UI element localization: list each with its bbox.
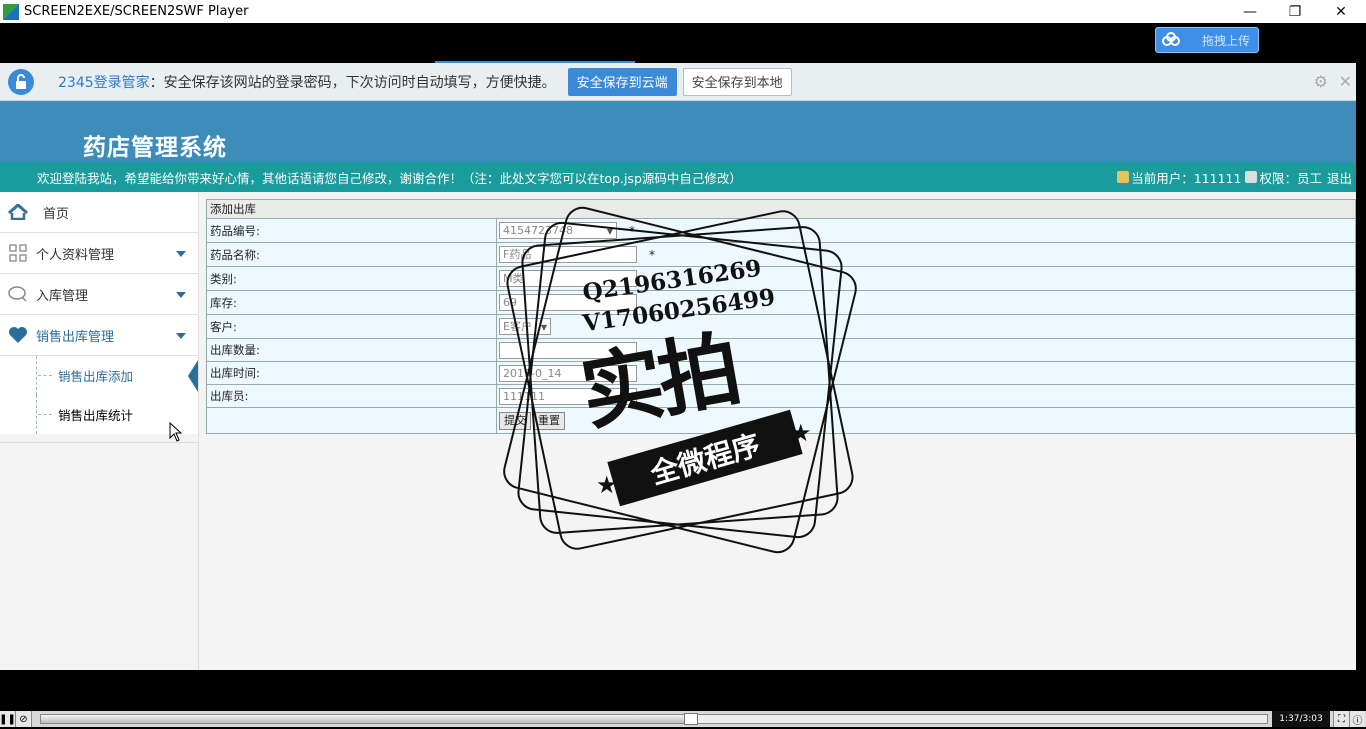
playback-time: 1:37/3:03 <box>1272 711 1330 727</box>
info-icon[interactable]: ⓘ <box>1349 711 1365 727</box>
sidebar-item-label: 个人资料管理 <box>36 247 115 263</box>
tree-branch <box>38 414 52 415</box>
tree-line <box>36 395 37 434</box>
form-caption: 添加出库 <box>207 200 1355 219</box>
sidebar-subitem-label: 销售出库统计 <box>58 408 134 423</box>
pause-icon[interactable]: ❚❚ <box>0 711 16 727</box>
add-stock-out-form: 添加出库 药品编号: 4154723748 * 药品名称: F药品 * 类别: … <box>206 199 1356 434</box>
drug-code-select[interactable]: 4154723748 <box>499 222 617 239</box>
chevron-down-icon <box>176 292 186 298</box>
app-icon <box>3 3 19 20</box>
welcome-text: 欢迎登陆我站，希望能给你带来好心情，其他话语请您自己修改，谢谢合作！（注：此处文… <box>37 170 742 186</box>
main-content: 添加出库 药品编号: 4154723748 * 药品名称: F药品 * 类别: … <box>199 192 1356 670</box>
form-label: 出库员: <box>207 385 497 407</box>
form-label: 药品名称: <box>207 243 497 266</box>
sidebar: 首页 个人资料管理 入库管理 销售出库管理 销售出库添加 销售出库统计 <box>0 192 199 670</box>
save-to-cloud-button[interactable]: 安全保存到云端 <box>567 67 677 96</box>
save-to-local-button[interactable]: 安全保存到本地 <box>682 67 792 96</box>
logout-link[interactable]: 退出 <box>1327 168 1352 187</box>
form-row-actions: 提交 重置 <box>207 408 1355 433</box>
quantity-input[interactable] <box>499 341 637 359</box>
form-row-category: 类别: M类 <box>207 267 1355 291</box>
form-label: 出库时间: <box>207 362 497 384</box>
form-label: 药品编号: <box>207 219 497 242</box>
page-title: 药店管理系统 <box>83 135 227 161</box>
form-row-drug-code: 药品编号: 4154723748 * <box>207 219 1355 243</box>
restore-button[interactable]: ❐ <box>1272 0 1318 23</box>
form-label: 客户: <box>207 315 497 338</box>
upload-label: 拖拽上传 <box>1202 33 1251 48</box>
sidebar-item-label: 首页 <box>43 206 70 222</box>
fullscreen-icon[interactable]: ⛶ <box>1333 711 1349 727</box>
tree-branch <box>38 375 52 376</box>
window-titlebar: SCREEN2EXE/SCREEN2SWF Player — ❐ ✕ <box>0 0 1366 23</box>
permission-icon <box>1245 171 1258 183</box>
sidebar-item-stock-in[interactable]: 入库管理 <box>0 274 198 315</box>
seek-thumb[interactable] <box>683 713 698 725</box>
close-button[interactable]: ✕ <box>1318 0 1364 23</box>
heart-icon <box>8 325 28 345</box>
mute-icon[interactable]: ⊘ <box>16 711 32 727</box>
stock-input[interactable]: 69 <box>499 294 637 311</box>
minimize-button[interactable]: — <box>1227 0 1273 23</box>
form-label: 库存: <box>207 291 497 314</box>
form-row-operator: 出库员: 111111 <box>207 385 1355 408</box>
drug-name-input[interactable]: F药品 <box>499 246 637 263</box>
sidebar-item-label: 入库管理 <box>36 288 89 304</box>
window-title: SCREEN2EXE/SCREEN2SWF Player <box>24 4 249 19</box>
chevron-down-icon <box>176 251 186 257</box>
close-icon[interactable]: ✕ <box>1339 72 1352 91</box>
sidebar-item-label: 销售出库管理 <box>36 329 115 345</box>
form-row-drug-name: 药品名称: F药品 * <box>207 243 1355 267</box>
sidebar-item-profile[interactable]: 个人资料管理 <box>0 233 198 274</box>
chat-icon <box>8 284 28 304</box>
active-pointer-icon <box>188 360 198 392</box>
cloud-icon <box>1160 29 1182 51</box>
form-row-customer: 客户: E客户 <box>207 315 1355 339</box>
user-info: 当前用户：111111 权限：员工 退出 <box>1117 168 1352 187</box>
site-header: 药店管理系统 <box>0 101 1356 162</box>
password-manager-bar: 2345登录管家 ：安全保存该网站的登录密码，下次访问时自动填写，方便快捷。 安… <box>0 63 1356 101</box>
gear-icon[interactable]: ⚙ <box>1314 72 1328 91</box>
form-row-stock: 库存: 69 <box>207 291 1355 315</box>
lock-icon <box>8 68 34 95</box>
category-input[interactable]: M类 <box>499 270 637 287</box>
mouse-cursor-icon <box>169 422 183 442</box>
operator-input[interactable]: 111111 <box>499 387 637 405</box>
current-user: 当前用户：111111 <box>1131 170 1242 186</box>
grid-icon <box>8 243 28 263</box>
form-label-empty <box>207 408 497 433</box>
chevron-down-icon <box>176 333 186 339</box>
upload-button[interactable]: 拖拽上传 <box>1155 27 1259 53</box>
form-row-quantity: 出库数量: <box>207 339 1355 362</box>
tree-line <box>36 356 37 395</box>
seek-bar-fill <box>41 715 691 723</box>
sidebar-subitem-label: 销售出库添加 <box>58 369 134 384</box>
sidebar-empty-area <box>0 442 198 670</box>
required-mark: * <box>649 247 655 262</box>
password-manager-message: ：安全保存该网站的登录密码，下次访问时自动填写，方便快捷。 <box>149 74 556 91</box>
time-input[interactable]: 2019-0_14 <box>499 364 637 382</box>
sidebar-subitem-sales-add[interactable]: 销售出库添加 <box>0 356 198 395</box>
home-icon <box>8 202 28 222</box>
user-icon <box>1117 171 1130 183</box>
form-label: 类别: <box>207 267 497 290</box>
permission: 权限：员工 <box>1259 170 1322 186</box>
seek-bar[interactable] <box>40 713 1268 725</box>
welcome-bar: 欢迎登陆我站，希望能给你带来好心情，其他话语请您自己修改，谢谢合作！（注：此处文… <box>0 162 1356 192</box>
sidebar-item-home[interactable]: 首页 <box>0 192 198 233</box>
submit-button[interactable]: 提交 <box>499 411 531 430</box>
required-mark: * <box>629 223 635 238</box>
reset-button[interactable]: 重置 <box>533 411 565 430</box>
customer-select[interactable]: E客户 <box>499 318 551 335</box>
form-row-time: 出库时间: 2019-0_14 <box>207 362 1355 385</box>
sidebar-item-sales-out[interactable]: 销售出库管理 <box>0 315 198 356</box>
password-manager-brand: 2345登录管家 <box>58 74 150 91</box>
player-controls: ❚❚ ⊘ 1:37/3:03 ⛶ ⓘ <box>0 711 1366 727</box>
form-label: 出库数量: <box>207 339 497 361</box>
